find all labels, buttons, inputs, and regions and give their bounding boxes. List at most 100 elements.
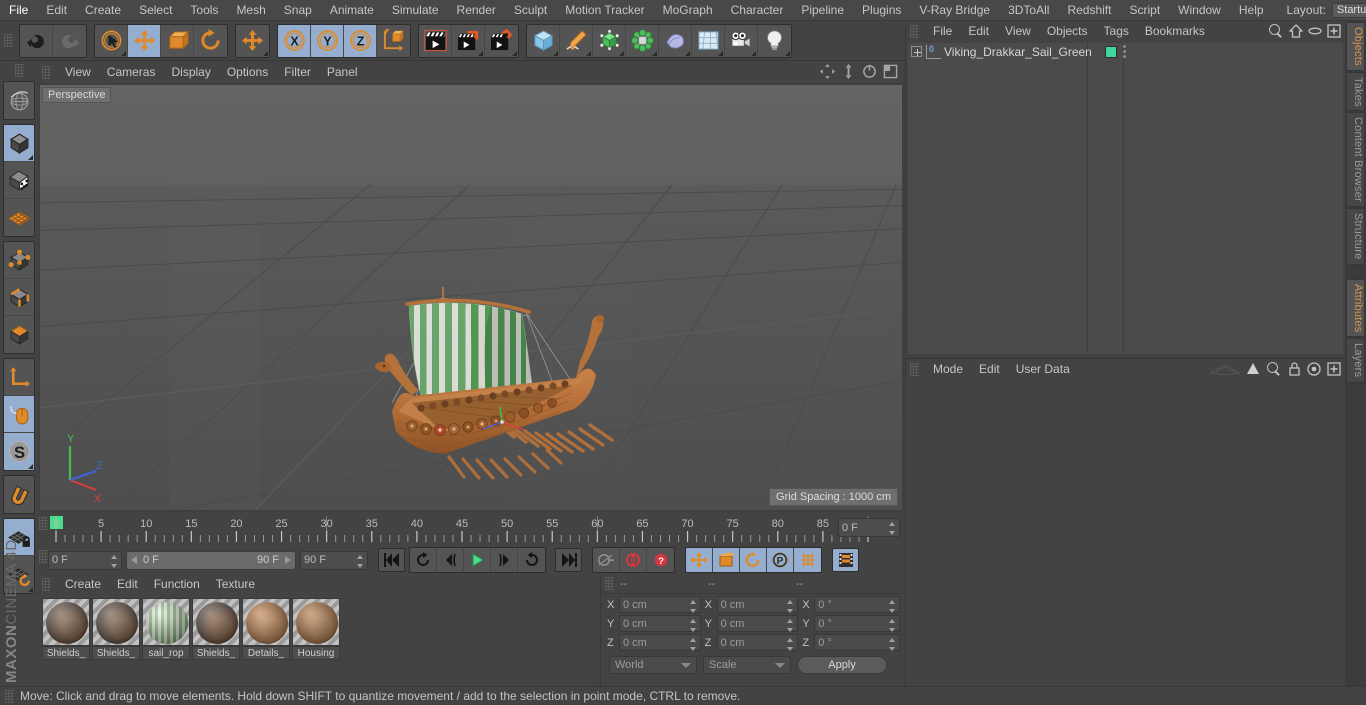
texture-axis-button[interactable] xyxy=(4,82,34,119)
play-forwards-button[interactable] xyxy=(518,548,545,572)
material-menu-create[interactable]: Create xyxy=(57,574,109,594)
object-gripper[interactable] xyxy=(910,24,919,38)
enable-snap-button[interactable] xyxy=(4,476,34,513)
timeline-range-slider[interactable]: 0 F 90 F xyxy=(126,550,296,570)
spinner-icon[interactable] xyxy=(889,638,896,651)
object-menu-tags[interactable]: Tags xyxy=(1096,21,1137,41)
end-frame-field[interactable]: 90 F xyxy=(300,550,368,570)
record-active-objects-button[interactable] xyxy=(593,548,620,572)
menu-item-pipeline[interactable]: Pipeline xyxy=(792,0,853,21)
deformer-mode-button[interactable] xyxy=(4,199,34,236)
live-selection-button[interactable] xyxy=(95,24,128,57)
menu-item-animate[interactable]: Animate xyxy=(321,0,383,21)
add-icon[interactable] xyxy=(1327,362,1341,376)
menu-item-character[interactable]: Character xyxy=(722,0,793,21)
material-item[interactable]: Details_ xyxy=(242,598,290,660)
add-spline-button[interactable] xyxy=(560,24,593,57)
object-menu-bookmarks[interactable]: Bookmarks xyxy=(1137,21,1213,41)
range-left-icon[interactable] xyxy=(131,556,139,564)
add-deformer-button[interactable] xyxy=(626,24,659,57)
position-x-field[interactable]: 0 cm xyxy=(618,596,701,613)
rotation-y-field[interactable]: 0 ° xyxy=(814,615,900,632)
autokeying-button[interactable] xyxy=(620,548,647,572)
world-object-axis-button[interactable] xyxy=(377,24,410,57)
viewport-menu-panel[interactable]: Panel xyxy=(319,61,366,83)
dolly-icon[interactable] xyxy=(841,64,856,79)
lock-icon[interactable] xyxy=(1288,362,1301,376)
menu-item-sculpt[interactable]: Sculpt xyxy=(505,0,556,21)
redo-button[interactable] xyxy=(53,24,86,57)
position-y-field[interactable]: 0 cm xyxy=(618,615,701,632)
add-environment-button[interactable] xyxy=(692,24,725,57)
key-pla-button[interactable] xyxy=(794,548,821,572)
menu-item-edit[interactable]: Edit xyxy=(37,0,76,21)
menu-item-motion-tracker[interactable]: Motion Tracker xyxy=(556,0,653,21)
keyframe-selection-button[interactable]: ? xyxy=(647,548,674,572)
coordinate-mode-dropdown[interactable]: Scale xyxy=(703,656,791,674)
material-item[interactable]: Shields_ xyxy=(192,598,240,660)
rotation-z-field[interactable]: 0 ° xyxy=(814,634,900,651)
spinner-icon[interactable] xyxy=(689,619,697,632)
spinner-icon[interactable] xyxy=(889,522,896,535)
viewport-menu-view[interactable]: View xyxy=(57,61,99,83)
spinner-icon[interactable] xyxy=(689,600,697,613)
add-camera-button[interactable] xyxy=(725,24,758,57)
timeline-view-button[interactable] xyxy=(832,548,859,572)
spinner-icon[interactable] xyxy=(357,554,364,568)
menu-item-snap[interactable]: Snap xyxy=(275,0,321,21)
add-scene-object-button[interactable] xyxy=(659,24,692,57)
size-z-field[interactable]: 0 cm xyxy=(716,634,799,651)
rotate-tool-button[interactable] xyxy=(194,24,227,57)
edges-mode-button[interactable] xyxy=(4,279,34,316)
layout-dropdown[interactable]: Startup xyxy=(1331,2,1366,18)
material-item[interactable]: Shields_ xyxy=(42,598,90,660)
toolbar-gripper[interactable] xyxy=(4,34,13,47)
menu-item-3dtoall[interactable]: 3DToAll xyxy=(999,0,1058,21)
timeline-ruler[interactable]: 051015202530354045505560657075808590 xyxy=(48,514,894,546)
go-to-start-button[interactable] xyxy=(378,548,405,572)
add-light-button[interactable] xyxy=(758,24,791,57)
spinner-icon[interactable] xyxy=(689,638,697,651)
spinner-icon[interactable] xyxy=(787,619,794,632)
viewport-solo-button[interactable] xyxy=(4,396,34,433)
object-menu-objects[interactable]: Objects xyxy=(1039,21,1096,41)
next-frame-button[interactable] xyxy=(491,548,518,572)
range-right-icon[interactable] xyxy=(283,556,291,564)
object-row[interactable]: 0 Viking_Drakkar_Sail_Green xyxy=(908,43,1343,60)
menu-item-mograph[interactable]: MoGraph xyxy=(654,0,722,21)
lock-z-button[interactable]: Z xyxy=(344,24,377,57)
play-button[interactable] xyxy=(464,548,491,572)
key-rotation-button[interactable] xyxy=(740,548,767,572)
object-tree[interactable]: 0 Viking_Drakkar_Sail_Green xyxy=(908,43,1343,354)
go-to-end-button[interactable] xyxy=(555,548,582,572)
viewport-menu-display[interactable]: Display xyxy=(163,61,218,83)
menu-item-tools[interactable]: Tools xyxy=(181,0,227,21)
rotation-x-field[interactable]: 0 ° xyxy=(814,596,900,613)
material-item[interactable]: sail_rop xyxy=(142,598,190,660)
tab-objects[interactable]: Objects xyxy=(1346,22,1365,71)
ruler-frame-field[interactable]: 0 F xyxy=(838,518,900,537)
material-tag-icon[interactable] xyxy=(1104,45,1117,58)
target-icon[interactable] xyxy=(1307,362,1321,376)
material-menu-function[interactable]: Function xyxy=(146,574,208,594)
material-menu-edit[interactable]: Edit xyxy=(109,574,146,594)
material-gripper[interactable] xyxy=(42,577,51,591)
undo-button[interactable] xyxy=(20,24,53,57)
expand-icon[interactable] xyxy=(911,46,922,57)
scale-tool-button[interactable] xyxy=(161,24,194,57)
menu-item-v-ray-bridge[interactable]: V-Ray Bridge xyxy=(910,0,999,21)
attributes-gripper[interactable] xyxy=(910,362,919,376)
move-axis-button[interactable] xyxy=(236,24,269,57)
viewport-gripper[interactable] xyxy=(42,65,51,79)
menu-item-select[interactable]: Select xyxy=(130,0,181,21)
spinner-icon[interactable] xyxy=(111,554,118,568)
polygons-mode-button[interactable] xyxy=(4,316,34,353)
magnifier-icon[interactable] xyxy=(1266,361,1282,377)
material-menu-texture[interactable]: Texture xyxy=(208,574,263,594)
timeline-controls-gripper[interactable] xyxy=(39,550,48,563)
play-backwards-button[interactable] xyxy=(410,548,437,572)
material-item[interactable]: Housing xyxy=(292,598,340,660)
pan-icon[interactable] xyxy=(820,64,835,79)
object-menu-file[interactable]: File xyxy=(925,21,960,41)
material-item[interactable]: Shields_ xyxy=(92,598,140,660)
